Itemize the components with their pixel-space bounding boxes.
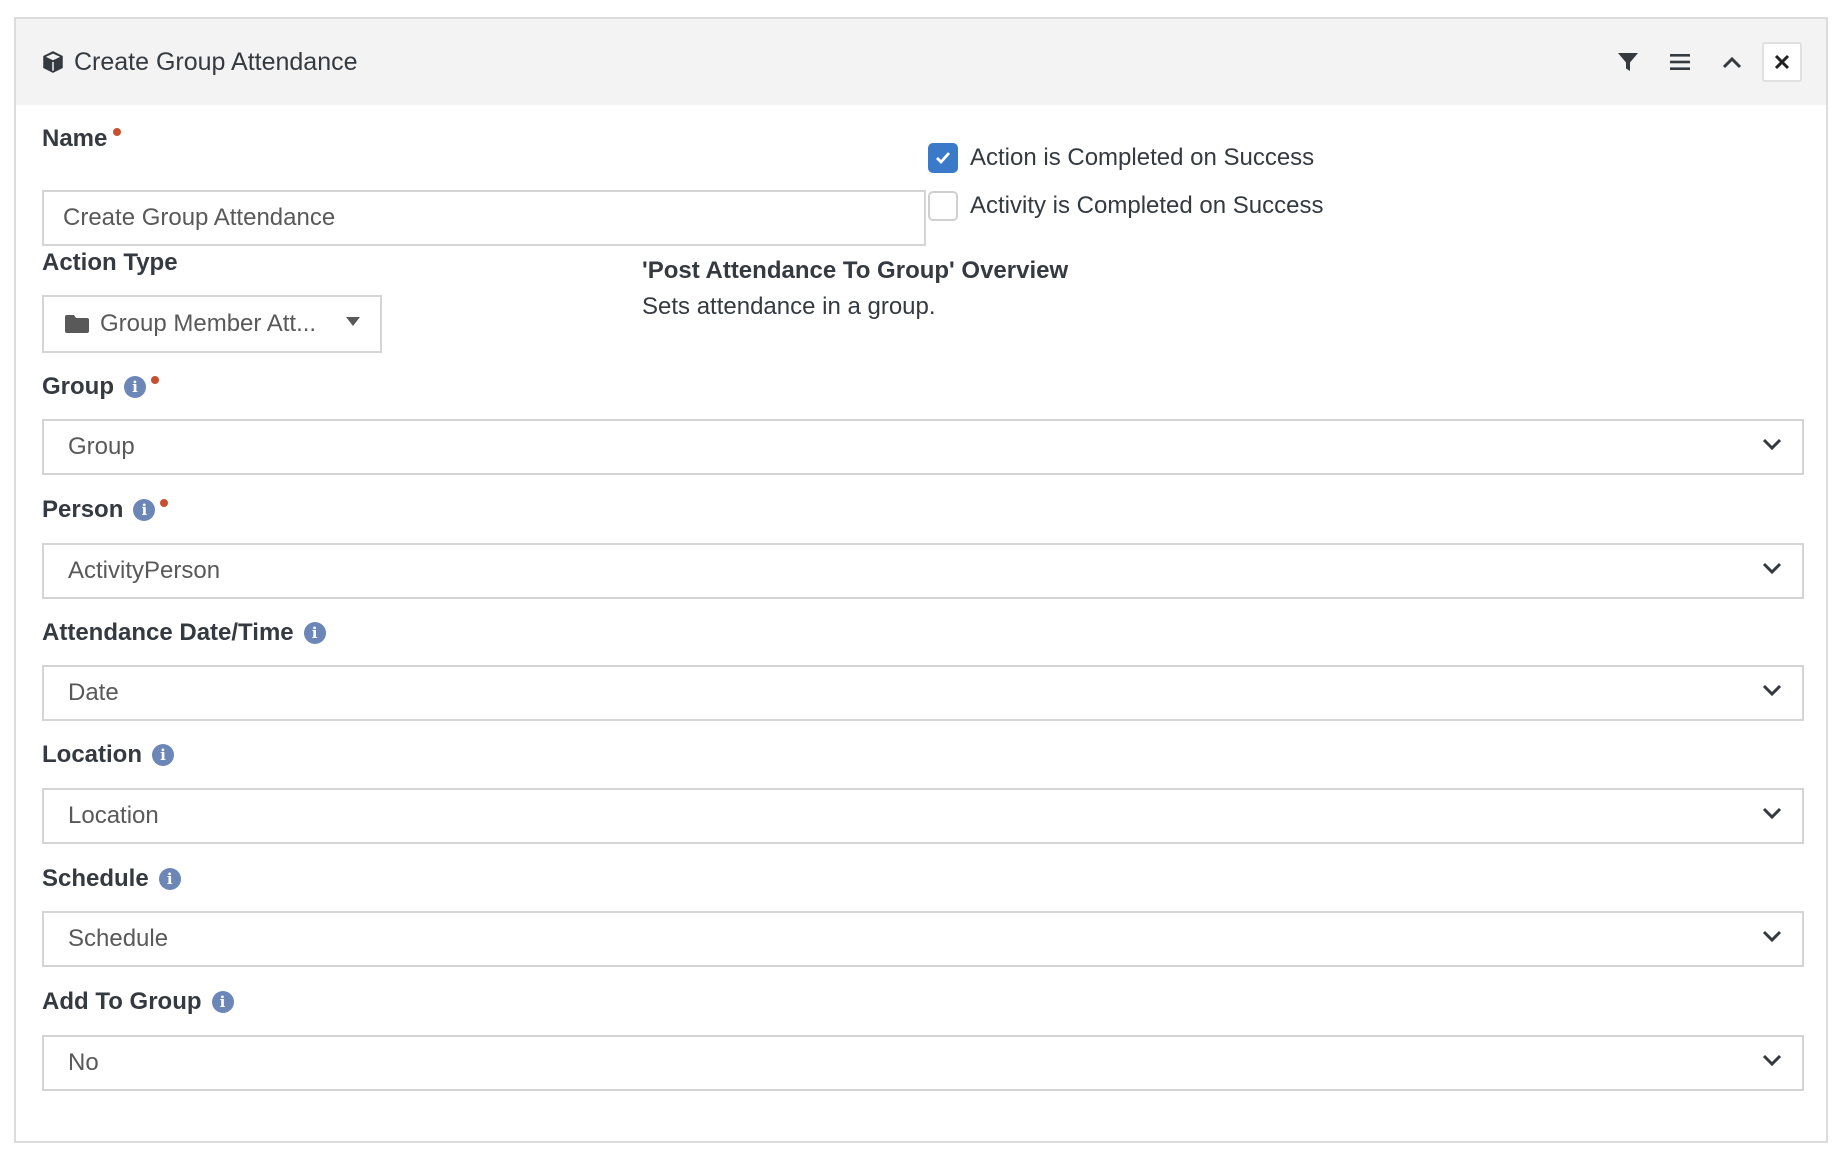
activity-completed-checkbox[interactable]: Activity is Completed on Success [928, 191, 1323, 221]
group-label: Group i [42, 372, 159, 402]
add-to-group-select[interactable]: No [42, 1035, 1804, 1091]
chevron-down-icon [1762, 1054, 1782, 1067]
chevron-down-icon [1762, 930, 1782, 943]
action-type-label-text: Action Type [42, 249, 178, 276]
attendance-date-select[interactable]: Date [42, 665, 1804, 721]
info-icon[interactable]: i [133, 499, 156, 521]
location-select[interactable]: Location [42, 788, 1804, 844]
info-icon[interactable]: i [152, 744, 174, 766]
action-type-value: Group Member Att... [100, 310, 317, 337]
required-indicator [113, 128, 122, 136]
required-indicator [160, 499, 169, 507]
checkbox-checked[interactable] [928, 143, 958, 173]
close-icon [1774, 54, 1790, 70]
close-button[interactable] [1762, 42, 1802, 82]
panel-header[interactable]: Create Group Attendance [16, 19, 1826, 105]
schedule-label: Schedule i [42, 864, 181, 894]
chevron-down-icon [1762, 807, 1782, 820]
required-indicator [151, 376, 159, 384]
add-to-group-label: Add To Group i [42, 987, 234, 1017]
filter-icon [1618, 53, 1638, 71]
attendance-date-label-text: Attendance Date/Time [42, 619, 294, 646]
info-icon[interactable]: i [303, 622, 326, 644]
schedule-label-text: Schedule [42, 865, 149, 892]
chevron-down-icon [1762, 684, 1782, 697]
person-select[interactable]: ActivityPerson [42, 543, 1804, 599]
name-label-text: Name [42, 125, 108, 152]
person-label: Person i [42, 495, 169, 525]
name-input[interactable]: Create Group Attendance [42, 190, 926, 246]
attendance-date-select-value: Date [68, 679, 119, 706]
chevron-down-icon [1762, 438, 1782, 451]
action-type-label: Action Type [42, 248, 178, 278]
name-label: Name [42, 124, 122, 154]
cube-icon [40, 49, 66, 75]
folder-icon [65, 315, 89, 333]
collapse-button[interactable] [1710, 40, 1754, 84]
check-icon [936, 152, 951, 165]
name-input-value: Create Group Attendance [63, 204, 336, 231]
caret-down-icon [346, 317, 360, 326]
info-icon[interactable]: i [211, 991, 234, 1013]
chevron-down-icon [1762, 562, 1782, 575]
action-type-picker[interactable]: Group Member Att... [42, 295, 382, 353]
header-actions [1598, 40, 1802, 84]
checkbox-unchecked[interactable] [928, 191, 958, 221]
group-select[interactable]: Group [42, 419, 1804, 475]
action-completed-label: Action is Completed on Success [970, 144, 1315, 171]
schedule-select[interactable]: Schedule [42, 911, 1804, 967]
location-label: Location i [42, 740, 174, 770]
info-icon[interactable]: i [158, 868, 181, 890]
person-select-value: ActivityPerson [68, 557, 221, 584]
menu-button[interactable] [1658, 40, 1702, 84]
location-select-value: Location [68, 802, 159, 829]
add-to-group-label-text: Add To Group [42, 988, 202, 1015]
panel-title: Create Group Attendance [74, 47, 358, 76]
chevron-up-icon [1722, 56, 1742, 69]
add-to-group-select-value: No [68, 1049, 99, 1076]
workflow-action-panel: Create Group Attendance Name Create Grou… [14, 17, 1828, 1143]
overview-title: 'Post Attendance To Group' Overview [642, 257, 1069, 284]
attendance-date-label: Attendance Date/Time i [42, 618, 326, 648]
action-completed-checkbox[interactable]: Action is Completed on Success [928, 143, 1314, 173]
group-label-text: Group [42, 373, 114, 400]
schedule-select-value: Schedule [68, 925, 169, 952]
menu-icon [1670, 54, 1690, 70]
activity-completed-label: Activity is Completed on Success [970, 192, 1324, 219]
filter-button[interactable] [1606, 40, 1650, 84]
person-label-text: Person [42, 496, 124, 523]
info-icon[interactable]: i [124, 376, 146, 398]
location-label-text: Location [42, 741, 142, 768]
group-select-value: Group [68, 433, 135, 460]
overview-description: Sets attendance in a group. [642, 293, 936, 320]
